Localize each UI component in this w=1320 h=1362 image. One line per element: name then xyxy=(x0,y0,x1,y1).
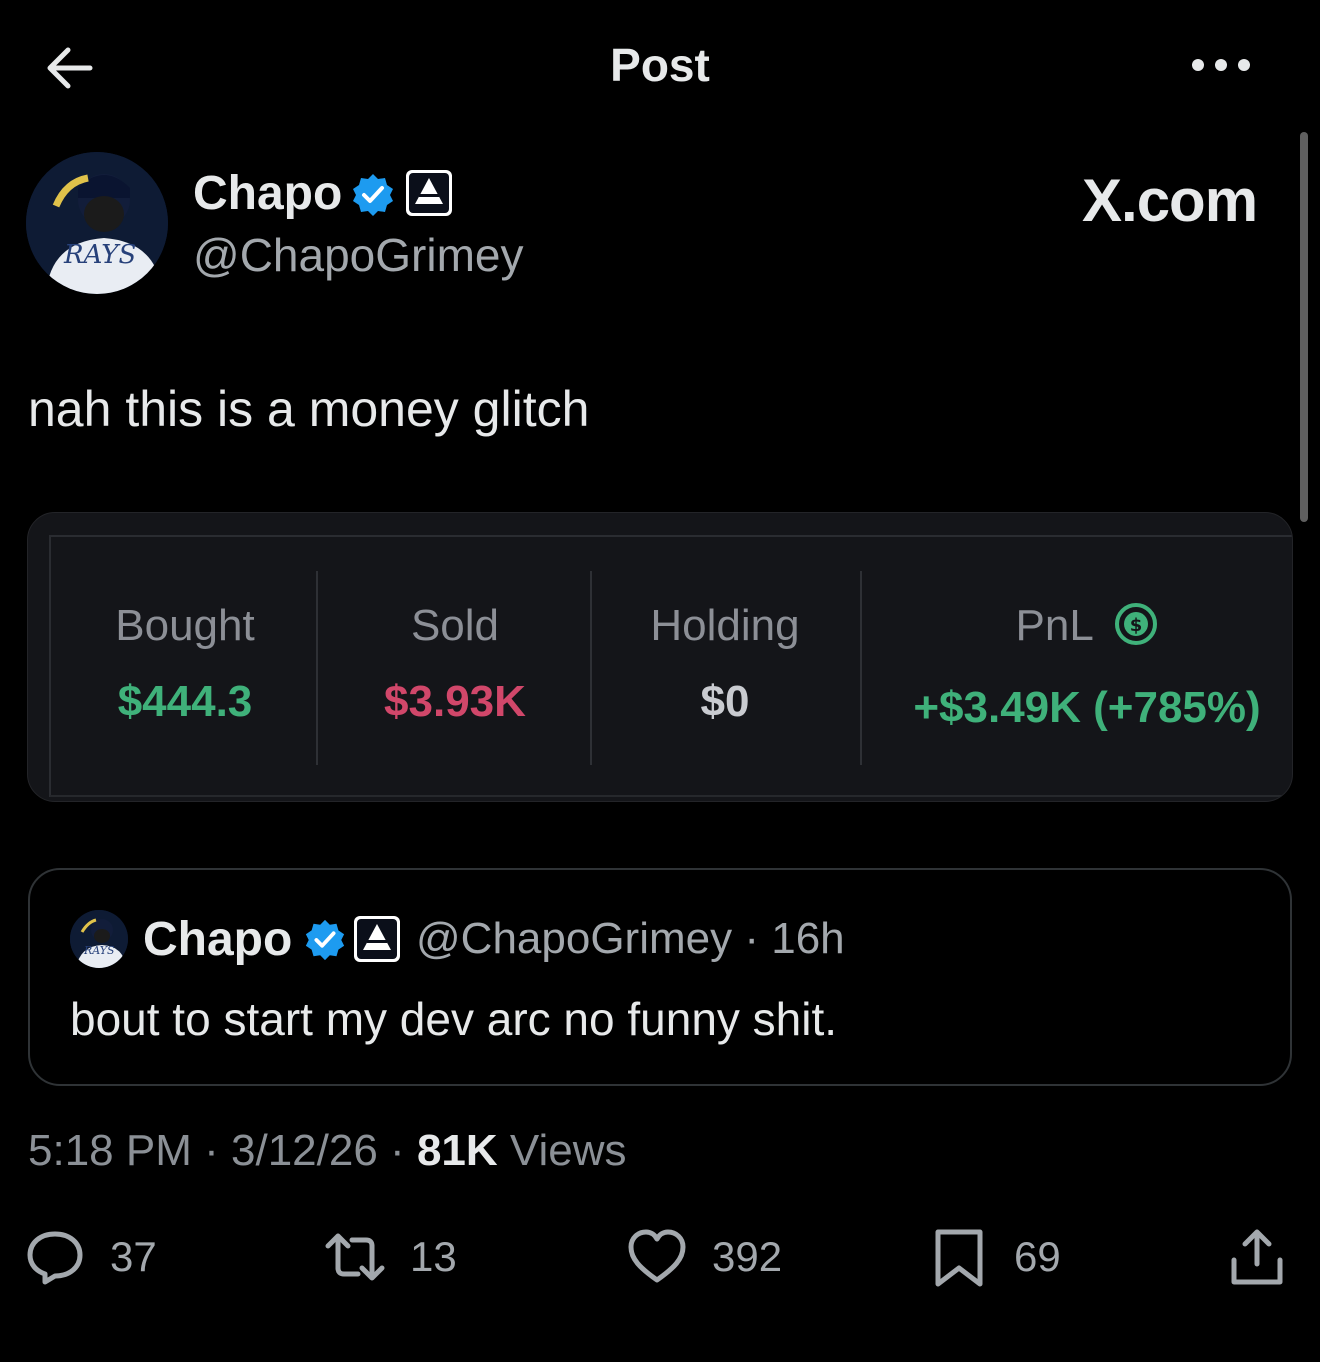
stat-divider xyxy=(590,571,592,765)
bookmark-count: 69 xyxy=(1014,1233,1061,1280)
reply-icon xyxy=(27,1231,83,1285)
stat-value: $3.93K xyxy=(384,677,526,726)
verified-badge-icon xyxy=(303,918,347,962)
more-options-icon[interactable] xyxy=(1186,42,1256,88)
avatar[interactable]: RAYS xyxy=(26,152,168,294)
like-button[interactable]: 392 xyxy=(626,1222,782,1292)
avatar-jersey-text: RAYS xyxy=(64,240,137,270)
separator: · xyxy=(204,1126,219,1175)
share-button[interactable] xyxy=(1226,1222,1288,1292)
stat-bought: Bought $444.3 xyxy=(78,573,292,763)
views-count: 81K xyxy=(416,1126,498,1175)
stat-label: Holding xyxy=(650,601,800,650)
quote-time: 16h xyxy=(771,914,845,963)
stat-label: Bought xyxy=(115,601,255,650)
pnl-label: PnL xyxy=(1015,601,1093,650)
stat-holding: Holding $0 xyxy=(604,573,846,763)
display-name[interactable]: Chapo xyxy=(193,166,342,221)
post-meta: 5:18 PM · 3/12/26 · 81K Views xyxy=(28,1126,626,1176)
repost-count: 13 xyxy=(410,1233,457,1280)
post-time[interactable]: 5:18 PM xyxy=(28,1126,192,1175)
heart-icon xyxy=(628,1229,686,1283)
stat-label: Sold xyxy=(410,601,500,650)
stats-inner-border-left xyxy=(49,535,51,797)
repost-button[interactable]: 13 xyxy=(324,1222,457,1292)
post-date[interactable]: 3/12/26 xyxy=(231,1126,378,1175)
page-title: Post xyxy=(610,39,710,91)
views-label: Views xyxy=(509,1126,627,1175)
stat-divider xyxy=(860,571,862,765)
stat-value: +$3.49K (+785%) xyxy=(913,683,1261,732)
stat-label: PnL $ xyxy=(880,601,1292,657)
scrollbar[interactable] xyxy=(1300,132,1308,522)
reply-count: 37 xyxy=(110,1233,157,1280)
quote-avatar: RAYS xyxy=(70,910,128,968)
stat-pnl: PnL $ +$3.49K (+785%) xyxy=(880,573,1292,763)
dollar-circle-icon: $ xyxy=(1114,602,1158,657)
share-icon xyxy=(1231,1229,1283,1285)
quote-handle: @ChapoGrimey xyxy=(416,914,733,963)
verified-badge-icon xyxy=(350,172,396,218)
stat-value: $444.3 xyxy=(117,677,253,726)
repost-icon xyxy=(325,1233,385,1281)
pnl-stats-card[interactable]: Bought $444.3 Sold $3.93K Holding $0 PnL… xyxy=(27,512,1293,802)
stats-inner-border-bottom xyxy=(50,795,1292,797)
like-count: 392 xyxy=(712,1233,783,1280)
stat-divider xyxy=(316,571,318,765)
affiliate-badge-icon[interactable] xyxy=(404,168,454,218)
reply-button[interactable]: 37 xyxy=(24,1222,157,1292)
quoted-post[interactable]: RAYS Chapo @ChapoGrimey · 16h bout to st… xyxy=(28,868,1292,1086)
separator: · xyxy=(744,914,759,963)
bookmark-icon xyxy=(935,1229,983,1287)
quote-avatar-jersey-text: RAYS xyxy=(84,944,115,957)
svg-text:$: $ xyxy=(1130,615,1143,636)
user-handle[interactable]: @ChapoGrimey xyxy=(193,228,523,282)
post-text: nah this is a money glitch xyxy=(28,381,590,437)
separator: · xyxy=(390,1126,405,1175)
affiliate-badge-icon xyxy=(352,914,402,964)
bookmark-button[interactable]: 69 xyxy=(928,1222,1061,1292)
stats-inner-border-top xyxy=(50,535,1292,537)
quote-meta: @ChapoGrimey · 16h xyxy=(416,914,845,964)
quote-text: bout to start my dev arc no funny shit. xyxy=(70,993,838,1045)
stat-sold: Sold $3.93K xyxy=(328,573,582,763)
stat-value: $0 xyxy=(700,677,750,726)
quote-display-name: Chapo xyxy=(143,913,293,966)
x-com-watermark: X.com xyxy=(1082,167,1258,234)
